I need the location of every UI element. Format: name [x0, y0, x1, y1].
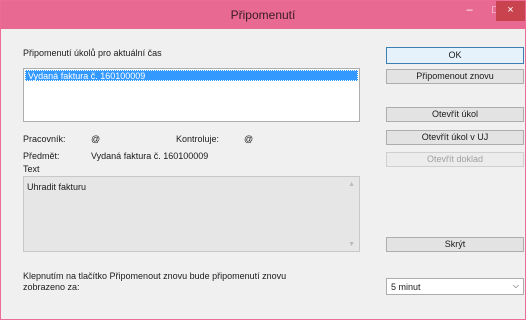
- window-title: Připomenutí: [230, 8, 296, 22]
- remind-interval-description: Klepnutím na tlačítko Připomenout znovu …: [23, 271, 287, 292]
- subject-label: Předmět:: [23, 151, 60, 161]
- reviewer-label: Kontroluje:: [176, 134, 220, 144]
- chevron-down-icon: ⌵: [512, 281, 519, 290]
- reviewer-value: @: [244, 134, 254, 144]
- text-area[interactable]: Uhradit fakturu ▲ ▼: [23, 176, 360, 252]
- scroll-down-icon[interactable]: ▼: [348, 241, 355, 248]
- list-item[interactable]: Vydaná faktura č. 160100009: [25, 70, 358, 81]
- remind-interval-value: 5 minut: [391, 282, 421, 292]
- remind-again-button[interactable]: Připomenout znovu: [386, 69, 524, 84]
- remind-interval-select[interactable]: 5 minut ⌵: [386, 278, 524, 295]
- open-task-button[interactable]: Otevřít úkol: [386, 107, 524, 122]
- reminder-window: Připomenutí – □ × Připomenutí úkolů pro …: [0, 0, 526, 320]
- reminders-list[interactable]: Vydaná faktura č. 160100009: [23, 68, 360, 122]
- open-task-uj-button[interactable]: Otevřít úkol v UJ: [386, 130, 524, 145]
- reminders-list-label: Připomenutí úkolů pro aktuální čas: [23, 48, 162, 58]
- hide-button[interactable]: Skrýt: [386, 237, 524, 252]
- worker-label: Pracovník:: [23, 134, 66, 144]
- text-label: Text: [23, 164, 40, 174]
- text-content: Uhradit fakturu: [27, 182, 87, 192]
- close-button[interactable]: ×: [496, 1, 525, 21]
- ok-button[interactable]: OK: [386, 47, 524, 64]
- open-document-button: Otevřít doklad: [386, 152, 524, 167]
- worker-value: @: [91, 134, 101, 144]
- subject-value: Vydaná faktura č. 160100009: [91, 151, 209, 161]
- title-bar[interactable]: Připomenutí – □ ×: [1, 1, 525, 29]
- scroll-up-icon[interactable]: ▲: [348, 181, 355, 188]
- minimize-button[interactable]: –: [456, 1, 483, 21]
